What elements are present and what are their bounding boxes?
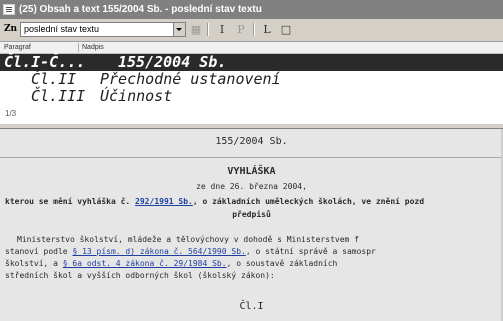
column-header-nadpis[interactable]: Nadpis [82, 42, 104, 53]
row-counter: 1/3 [5, 109, 17, 118]
zn-button[interactable]: Zn [3, 23, 18, 36]
document-date: ze dne 26. března 2004, [196, 182, 307, 191]
law-reference-link[interactable]: § 6a odst. 4 zákona č. 29/1984 Sb. [63, 259, 227, 268]
row-nadpis: 155/2004 Sb. [118, 53, 227, 71]
row-nadpis: Účinnost [100, 87, 173, 105]
text-version-value: poslední stav textu [24, 24, 100, 34]
body-text: školství, a [5, 259, 63, 268]
title-bar[interactable]: (25) Obsah a text 155/2004 Sb. - posledn… [0, 0, 503, 19]
outline-row[interactable]: Čl.I-Č... 155/2004 Sb. [0, 54, 503, 71]
row-paragraf: Čl.I-Č... [4, 53, 86, 71]
document-icon [3, 4, 15, 15]
window-title: (25) Obsah a text 155/2004 Sb. - posledn… [19, 4, 262, 15]
body-line: Ministerstvo školství, mládeže a tělovýc… [5, 235, 503, 244]
row-nadpis: Přechodné ustanovení [100, 70, 281, 88]
title-text: kterou se mění vyhláška č. [5, 197, 136, 206]
column-divider[interactable] [78, 43, 79, 52]
chevron-down-icon[interactable] [173, 23, 185, 36]
body-line: školství, a § 6a odst. 4 zákona č. 29/19… [5, 259, 503, 268]
row-paragraf: Čl.II [31, 70, 77, 88]
document-title-line2: předpisů [232, 210, 271, 219]
document-number: 155/2004 Sb. [215, 136, 288, 147]
divider [0, 157, 503, 158]
text-version-select[interactable]: poslední stav textu [20, 22, 186, 37]
document-kind: VYHLÁŠKA [227, 166, 276, 177]
outline-row[interactable]: Čl.II Přechodné ustanovení [0, 71, 503, 88]
paragraph-p-button[interactable]: P [233, 22, 249, 37]
document-title-line: kterou se mění vyhláška č. 292/1991 Sb.,… [5, 197, 503, 206]
outline-row[interactable]: Čl.III Účinnost [0, 88, 503, 105]
toolbar-separator [253, 23, 255, 36]
italic-i-button[interactable]: I [214, 22, 230, 37]
body-line: středních škol a vyšších odborných škol … [5, 271, 275, 280]
body-text: Ministerstvo školství, mládeže a tělovýc… [17, 235, 359, 244]
document-text-pane[interactable]: 155/2004 Sb. VYHLÁŠKA ze dne 26. března … [0, 129, 503, 321]
window-icon[interactable]: □ [278, 22, 294, 37]
body-text: stanoví podle [5, 247, 73, 256]
toolbar: Zn poslední stav textu ▦ I P L □ [0, 19, 503, 42]
title-text: , o základních uměleckých školách, ve zn… [192, 197, 425, 206]
body-text: , o soustavě základních [226, 259, 338, 268]
amended-decree-link[interactable]: 292/1991 Sb. [135, 197, 193, 206]
law-reference-link[interactable]: § 13 písm. d) zákona č. 564/1990 Sb. [72, 247, 245, 256]
row-paragraf: Čl.III [31, 87, 86, 105]
column-header-paragraf[interactable]: Paragraf [4, 42, 31, 53]
section-heading: Čl.I [239, 301, 264, 312]
body-text: , o státní správě a samospr [245, 247, 376, 256]
app-window: (25) Obsah a text 155/2004 Sb. - posledn… [0, 0, 503, 321]
grid-icon[interactable]: ▦ [188, 22, 204, 37]
link-l-button[interactable]: L [259, 22, 275, 37]
body-line: stanoví podle § 13 písm. d) zákona č. 56… [5, 247, 503, 256]
toolbar-separator [207, 23, 209, 36]
